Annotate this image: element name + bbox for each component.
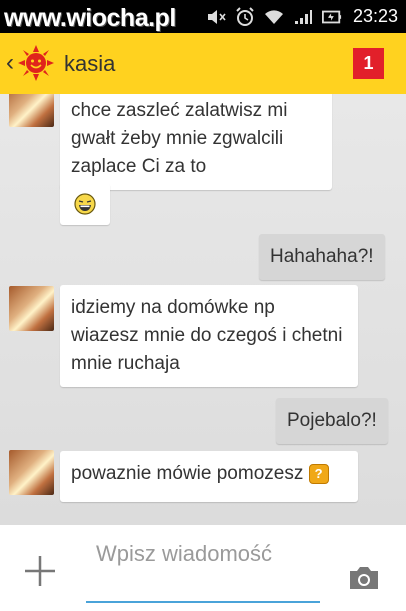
contact-avatar[interactable] [9,286,54,331]
message-bubble-emoji[interactable] [60,183,110,225]
message-bubble-outgoing[interactable]: Pojebalo?! [276,398,388,444]
message-input[interactable]: Wpisz wiadomość [86,539,320,603]
wifi-icon [264,8,284,26]
mute-icon [206,8,226,26]
message-bubble-incoming[interactable]: powaznie mówie pomozesz ? [60,451,358,502]
conversation-header: ‹ kasia 1 [0,33,406,94]
clock: 23:23 [352,6,398,26]
message-bubble-incoming[interactable]: chce zaszleć zalatwisz mi gwałt żeby mni… [60,94,332,190]
unread-count-badge[interactable]: 1 [353,48,384,79]
message-bubble-outgoing[interactable]: Hahahaha?! [259,234,385,280]
message-text: powaznie mówie pomozesz [71,463,304,484]
alarm-icon [235,6,255,26]
contact-name[interactable]: kasia [64,51,115,77]
contact-avatar[interactable] [9,450,54,495]
status-bar: www.wiocha.pl 23:23 [0,0,406,33]
message-list[interactable]: chce zaszleć zalatwisz mi gwałt żeby mni… [0,94,406,525]
plus-icon[interactable] [22,553,58,589]
camera-icon[interactable] [348,565,380,591]
laughing-emoji-icon [74,193,96,215]
battery-icon [321,8,342,26]
message-bubble-incoming[interactable]: idziemy na domówke np wiazesz mnie do cz… [60,285,358,387]
composer-bar: Wpisz wiadomość [0,525,406,611]
contact-avatar[interactable] [9,94,54,127]
question-emoji-icon: ? [308,463,329,484]
back-chevron-icon[interactable]: ‹ [6,49,14,77]
watermark: www.wiocha.pl [4,4,176,32]
signal-icon [293,8,313,26]
sun-avatar-icon[interactable] [18,45,54,81]
status-icons: 23:23 [206,6,398,27]
